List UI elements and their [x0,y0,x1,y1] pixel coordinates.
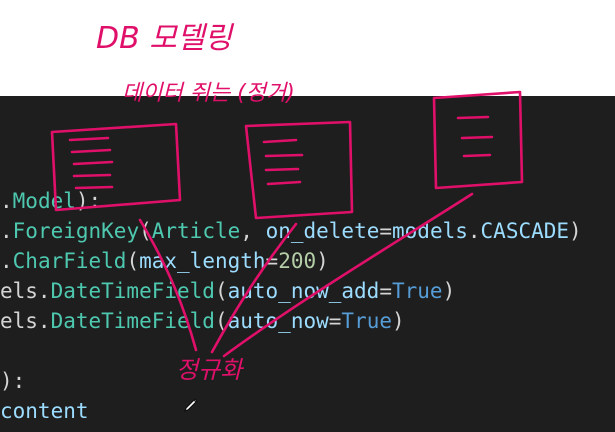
code-token: CASCADE [480,219,570,243]
code-token: 200 [278,249,317,273]
code-token: . [0,249,13,273]
whiteboard-area [0,0,615,96]
code-line: els.DateTimeField(auto_now=True) [0,306,405,336]
code-line: ): [0,366,25,396]
code-token: ( [139,219,152,243]
code-token: Article [151,219,241,243]
code-token: = [328,309,342,333]
code-token: ) [392,309,405,333]
pen-cursor-icon [184,398,198,412]
code-line: els.DateTimeField(auto_now_add=True) [0,276,455,306]
code-token: models [392,219,468,243]
code-token: True [341,309,392,333]
code-token: , [240,219,266,243]
code-line: content [0,396,89,426]
code-token: ): [75,189,102,213]
code-token: ) [316,249,329,273]
code-line: .ForeignKey(Article, on_delete=models.CA… [0,216,582,246]
code-token: . [0,219,13,243]
code-line: .Model): [0,186,101,216]
code-token: ( [214,309,228,333]
code-token: auto_now [227,309,329,333]
code-token: content [0,399,89,423]
code-token: True [391,279,443,303]
code-token: auto_now_add [227,279,380,303]
code-token: DateTimeField [50,279,215,303]
code-token: = [379,219,393,243]
code-token: = [265,249,279,273]
code-token: ) [569,219,582,243]
code-token: els. [0,309,51,333]
code-token: DateTimeField [50,309,215,333]
code-token: . [0,189,13,213]
code-editor[interactable]: .Model): .ForeignKey(Article, on_delete=… [0,96,615,432]
code-token: ): [0,369,26,393]
code-token: ( [126,249,140,273]
code-token: Model [12,189,76,213]
code-token: CharField [12,249,127,273]
code-token: max_length [139,249,266,273]
code-token: els. [0,279,51,303]
code-line: .CharField(max_length=200) [0,246,329,276]
code-token: ForeignKey [12,219,140,243]
code-token: ) [442,279,456,303]
code-token: . [467,219,481,243]
code-token: on_delete [265,219,380,243]
code-token: = [379,279,392,303]
code-token: ( [214,279,228,303]
